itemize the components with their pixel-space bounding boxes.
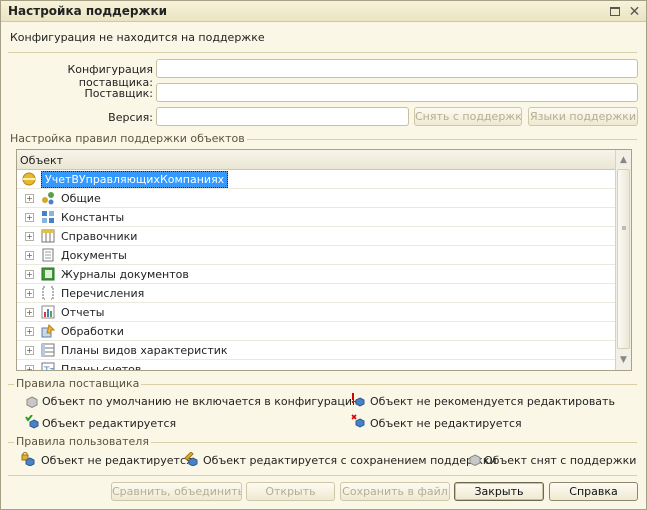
scrollbar-thumb[interactable] — [617, 169, 630, 349]
help-button[interactable]: Справка — [549, 482, 638, 501]
expand-icon[interactable]: + — [25, 308, 34, 317]
reports-icon — [41, 305, 55, 319]
support-settings-window: Настройка поддержки ✕ Конфигурация не на… — [0, 0, 647, 510]
expand-icon[interactable]: + — [25, 194, 34, 203]
expand-icon[interactable]: + — [25, 251, 34, 260]
tree-row-documents[interactable]: + Документы — [17, 246, 615, 265]
tree-row-reports[interactable]: + Отчеты — [17, 303, 615, 322]
support-status-text: Конфигурация не находится на поддержке — [10, 31, 265, 44]
edit-keep-support-icon — [184, 452, 198, 466]
legend-not-editable: Объект не редактируется — [370, 417, 522, 430]
chart-of-characteristic-types-icon — [41, 343, 55, 357]
tree-row-characteristic-types[interactable]: + Планы видов характеристик — [17, 341, 615, 360]
tree-row-document-journals[interactable]: + Журналы документов — [17, 265, 615, 284]
expand-icon[interactable]: + — [25, 327, 34, 336]
vendor-rules-title: Правила поставщика — [14, 377, 142, 390]
tree-row-label: Отчеты — [61, 306, 105, 319]
tree-scrollbar[interactable]: ▲ ▼ — [615, 150, 631, 370]
chart-of-accounts-icon: Тт — [41, 362, 55, 371]
expand-icon[interactable]: + — [25, 270, 34, 279]
expand-icon[interactable]: + — [25, 289, 34, 298]
vendor-config-field[interactable] — [156, 59, 638, 78]
legend-editable-keep-support: Объект редактируется с сохранением подде… — [203, 454, 497, 467]
constants-icon — [42, 211, 54, 223]
tree-row-label: Обработки — [61, 325, 124, 338]
legend-user-not-editable: Объект не редактируется — [41, 454, 193, 467]
expand-icon[interactable]: + — [25, 346, 34, 355]
legend-not-included: Объект по умолчанию не включается в конф… — [42, 395, 362, 408]
document-journals-icon — [41, 267, 55, 281]
scroll-down-icon[interactable]: ▼ — [616, 352, 631, 368]
vendor-label: Поставщик: — [84, 87, 153, 100]
common-icon — [42, 192, 54, 205]
enumerations-icon — [42, 286, 54, 300]
compare-merge-button[interactable]: Сравнить, объединить — [111, 482, 242, 501]
divider — [8, 52, 637, 53]
tree-row-label: Справочники — [61, 230, 138, 243]
tree-row-label: Константы — [61, 211, 125, 224]
tree-row-constants[interactable]: + Константы — [17, 208, 615, 227]
tree-row-catalogs[interactable]: + Справочники — [17, 227, 615, 246]
maximize-button[interactable] — [607, 4, 622, 19]
remove-support-button[interactable]: Снять с поддержки — [414, 107, 522, 126]
not-editable-cube-icon — [351, 414, 365, 428]
expand-icon[interactable]: + — [25, 365, 34, 370]
data-processors-icon — [41, 324, 55, 338]
version-field[interactable] — [156, 107, 409, 126]
maximize-icon — [609, 7, 620, 16]
close-window-button[interactable]: ✕ — [627, 3, 642, 20]
version-label: Версия: — [108, 111, 153, 124]
support-languages-button[interactable]: Языки поддержки — [528, 107, 638, 126]
close-button[interactable]: Закрыть — [454, 482, 544, 501]
tree-row-enumerations[interactable]: + Перечисления — [17, 284, 615, 303]
catalogs-icon — [41, 229, 55, 243]
documents-icon — [42, 248, 54, 262]
vendor-config-label: Конфигурация поставщика: — [67, 63, 153, 89]
tree-row-label: Планы видов характеристик — [61, 344, 228, 357]
expand-icon[interactable]: + — [25, 232, 34, 241]
save-to-file-button[interactable]: Сохранить в файл — [340, 482, 450, 501]
close-icon: ✕ — [628, 3, 641, 20]
svg-text:Тт: Тт — [43, 366, 55, 371]
configuration-icon — [22, 172, 36, 186]
removed-support-cube-icon — [469, 454, 481, 467]
legend-not-recommended: Объект не рекомендуется редактировать — [370, 395, 615, 408]
tree-row-label: Документы — [61, 249, 127, 262]
divider — [8, 475, 637, 476]
warning-cube-icon — [352, 393, 365, 407]
window-title: Настройка поддержки — [8, 4, 168, 18]
tree-row-data-processors[interactable]: + Обработки — [17, 322, 615, 341]
tree-row-label: Перечисления — [61, 287, 145, 300]
editable-cube-icon — [25, 415, 39, 429]
user-rules-title: Правила пользователя — [14, 435, 151, 448]
legend-removed-from-support: Объект снят с поддержки — [484, 454, 637, 467]
open-button[interactable]: Открыть — [246, 482, 335, 501]
rules-group-title: Настройка правил поддержки объектов — [8, 132, 247, 145]
lock-cube-icon — [21, 452, 35, 466]
tree-root-row[interactable]: УчетВУправляющихКомпаниях — [17, 170, 615, 189]
tree-row-label: Журналы документов — [61, 268, 189, 281]
title-bar: Настройка поддержки ✕ — [1, 1, 646, 22]
objects-tree[interactable]: Объект УчетВУправляющихКомпаниях + Общие… — [16, 149, 632, 371]
tree-row-label: Планы счетов — [61, 363, 142, 371]
vendor-field[interactable] — [156, 83, 638, 102]
scroll-up-icon[interactable]: ▲ — [616, 152, 631, 168]
cube-gray-icon — [26, 396, 38, 409]
tree-row-chart-of-accounts[interactable]: + Тт Планы счетов — [17, 360, 615, 371]
tree-row-common[interactable]: + Общие — [17, 189, 615, 208]
legend-editable: Объект редактируется — [42, 417, 177, 430]
scrollbar-grip — [622, 226, 626, 230]
object-column-label: Объект — [20, 154, 64, 167]
expand-icon[interactable]: + — [25, 213, 34, 222]
tree-row-label: Общие — [61, 192, 101, 205]
tree-root-label: УчетВУправляющихКомпаниях — [41, 171, 229, 188]
tree-column-header[interactable]: Объект — [17, 150, 615, 170]
